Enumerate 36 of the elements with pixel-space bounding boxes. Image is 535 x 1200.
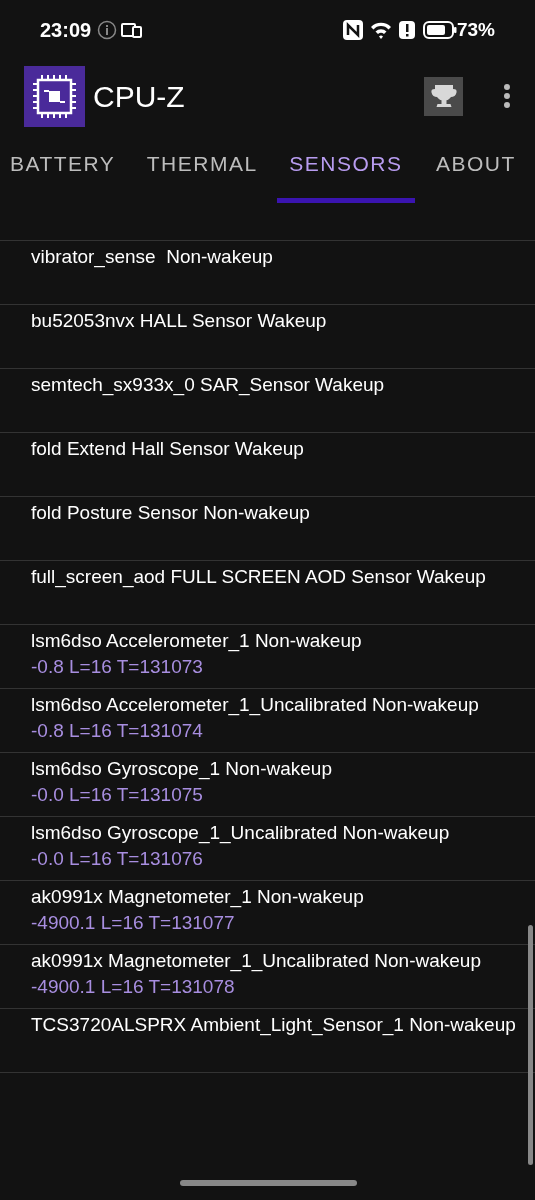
sensor-name: full_screen_aod FULL SCREEN AOD Sensor Wakeup [31, 565, 487, 590]
sensor-name: bu52053nvx HALL Sensor Wakeup [31, 309, 328, 333]
sensor-name: lsm6dso Gyroscope_1_Uncalibrated Non-wakeup [31, 821, 451, 846]
sensor-reading: -0.8 L=16 T=131074 [31, 719, 204, 743]
battery-percent: 73% [456, 17, 495, 42]
sensor-name: TCS3720ALSPRX Ambient_Light_Sensor_1 Non-wakeup [31, 1013, 517, 1038]
app-logo-icon [24, 65, 85, 127]
info-icon [97, 20, 118, 40]
nfc-icon [342, 20, 363, 40]
sensor-reading: -4900.1 L=16 T=131077 [31, 911, 236, 935]
sensor-name: lsm6dso Accelerometer_1_Uncalibrated Non-wakeup [31, 693, 480, 718]
sensor-name: ak0991x Magnetometer_1 Non-wakeup [31, 885, 365, 910]
sensor-name: fold Extend Hall Sensor Wakeup [31, 437, 305, 461]
scrollbar[interactable] [528, 925, 533, 1165]
battery-icon [422, 21, 457, 39]
sensor-name: lsm6dso Accelerometer_1 Non-wakeup [31, 629, 363, 654]
more-menu-icon[interactable] [503, 83, 511, 109]
sensor-reading: -0.0 L=16 T=131075 [31, 783, 204, 807]
app-title: CPU-Z [93, 78, 185, 115]
tab[interactable]: BATTERY [0, 142, 128, 203]
trophy-icon [429, 82, 458, 110]
alert-icon [398, 20, 415, 40]
sensor-reading: -0.0 L=16 T=131076 [31, 847, 204, 871]
sensor-name: semtech_sx933x_0 SAR_Sensor Wakeup [31, 373, 386, 398]
sensor-name: lsm6dso Gyroscope_1 Non-wakeup [31, 757, 333, 782]
sensor-reading: -0.8 L=16 T=131073 [31, 655, 204, 679]
tab[interactable]: THERMAL [131, 142, 273, 203]
status-time: 23:09 [40, 18, 92, 43]
sensor-name: vibrator_sense Non-wakeup [31, 245, 274, 270]
tab[interactable]: ABOUT [418, 142, 533, 203]
tab[interactable]: SENSORS [277, 142, 415, 203]
devices-icon [121, 22, 144, 38]
sensor-reading: -4900.1 L=16 T=131078 [31, 975, 236, 999]
sensor-name: ak0991x Magnetometer_1_Uncalibrated Non-wakeup [31, 949, 482, 974]
sensor-name: fold Posture Sensor Non-wakeup [31, 501, 311, 525]
trophy-button[interactable] [424, 76, 463, 116]
